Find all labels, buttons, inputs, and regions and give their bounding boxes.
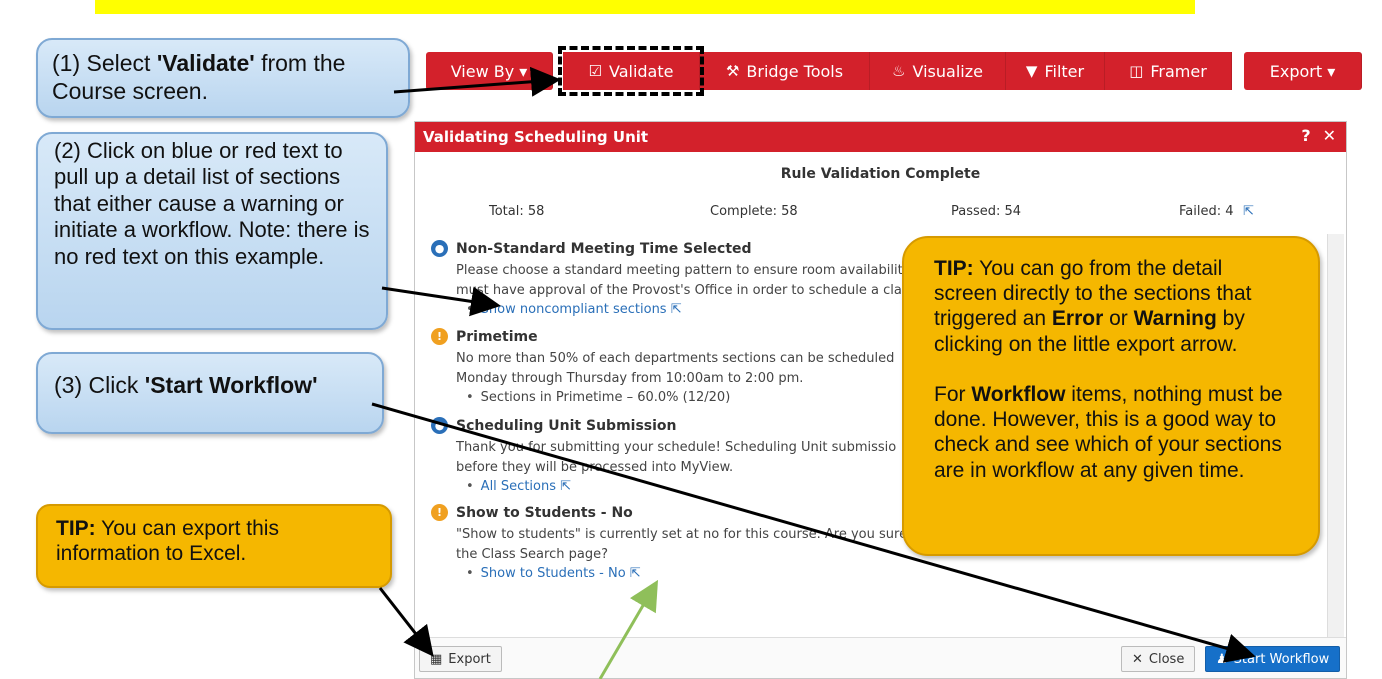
filter-button[interactable]: ▼ Filter: [1006, 52, 1105, 90]
rule-link-text[interactable]: All Sections: [481, 479, 556, 494]
tools-icon: ⚒: [725, 62, 740, 80]
filter-icon: ▼: [1025, 62, 1038, 80]
rule-title: Scheduling Unit Submission: [456, 417, 677, 434]
step3-bold: 'Start Workflow': [144, 372, 318, 398]
tip-detail-callout: TIP: You can go from the detail screen d…: [902, 236, 1320, 556]
export-arrow-icon[interactable]: ⇱: [630, 566, 641, 581]
framer-label: Framer: [1150, 61, 1207, 81]
close-label: Close: [1148, 651, 1185, 667]
rule-title: Primetime: [456, 328, 538, 345]
table-icon: ▦: [430, 651, 443, 667]
rule-title: Show to Students - No: [456, 504, 633, 521]
export-menu-button[interactable]: Export ▾: [1244, 52, 1362, 90]
fire-icon: ♨: [892, 62, 906, 80]
filter-label: Filter: [1044, 61, 1085, 81]
bridge-tools-label: Bridge Tools: [746, 61, 844, 81]
export-excel-button[interactable]: ▦ Export: [419, 646, 502, 672]
visualize-label: Visualize: [912, 61, 983, 81]
tip-detail-workflow: Workflow: [971, 382, 1066, 406]
step1-callout: (1) Select 'Validate' from the Course sc…: [36, 38, 410, 118]
rule-title: Non-Standard Meeting Time Selected: [456, 240, 752, 257]
stat-complete: Complete: 58: [710, 204, 798, 219]
rule-link[interactable]: Show to Students - No ⇱: [466, 566, 1301, 581]
export-arrow-icon[interactable]: ⇱: [1243, 204, 1254, 219]
rule-link-text[interactable]: Show noncompliant sections: [481, 302, 667, 317]
exclamation-icon: !: [431, 504, 448, 521]
close-button[interactable]: ✕ Close: [1121, 646, 1196, 672]
help-icon[interactable]: ?: [1301, 126, 1310, 145]
tip-export-bold: TIP:: [56, 517, 96, 540]
tip-detail-error: Error: [1051, 307, 1104, 331]
step3-callout: (3) Click 'Start Workflow': [36, 352, 384, 434]
export-arrow-icon[interactable]: ⇱: [671, 302, 682, 317]
users-icon: ♟: [1216, 651, 1228, 667]
tip-detail-warning: Warning: [1133, 307, 1217, 331]
step2-callout: (2) Click on blue or red text to pull up…: [36, 132, 388, 330]
dialog-header: Validating Scheduling Unit ? ✕: [415, 122, 1346, 152]
stat-total: Total: 58: [489, 204, 545, 219]
start-workflow-label: Start Workflow: [1233, 651, 1330, 667]
tip-detail-bold: TIP:: [934, 257, 974, 280]
scrollbar[interactable]: [1327, 234, 1344, 639]
stat-passed: Passed: 54: [951, 204, 1022, 219]
close-icon[interactable]: ✕: [1323, 126, 1336, 145]
highlight-banner: [95, 0, 1195, 14]
export-arrow-icon[interactable]: ⇱: [560, 479, 571, 494]
tip-export-callout: TIP: You can export this information to …: [36, 504, 392, 588]
step3-prefix: (3) Click: [54, 372, 145, 398]
stat-failed: Failed: 4: [1179, 204, 1234, 219]
visualize-button[interactable]: ♨ Visualize: [870, 52, 1006, 90]
step2-text: (2) Click on blue or red text to pull up…: [54, 138, 370, 269]
exclamation-icon: !: [431, 328, 448, 345]
validate-highlight-box: [558, 46, 704, 96]
dialog-title: Validating Scheduling Unit: [423, 128, 649, 146]
export-label: Export: [448, 651, 491, 667]
people-icon: ●: [431, 240, 448, 257]
step1-prefix: (1) Select: [52, 50, 157, 76]
export-menu-label: Export ▾: [1269, 61, 1336, 81]
bridge-tools-button[interactable]: ⚒ Bridge Tools: [700, 52, 870, 90]
view-by-button[interactable]: View By ▾: [426, 52, 553, 90]
start-workflow-button[interactable]: ♟ Start Workflow: [1205, 646, 1341, 672]
x-icon: ✕: [1132, 651, 1143, 667]
framer-button[interactable]: ◫ Framer: [1105, 52, 1232, 90]
dialog-footer: ▦ Export ✕ Close ♟ Start Workflow: [415, 637, 1346, 678]
tip-detail-or: or: [1103, 307, 1134, 331]
view-by-label: View By ▾: [450, 61, 528, 81]
people-icon: ●: [431, 417, 448, 434]
columns-icon: ◫: [1129, 62, 1144, 80]
rule-link-text: Sections in Primetime – 60.0% (12/20): [480, 390, 731, 405]
dialog-subtitle: Rule Validation Complete: [780, 166, 981, 182]
tip-detail-for: For: [934, 382, 972, 406]
step1-bold: 'Validate': [156, 50, 255, 76]
rule-link-text[interactable]: Show to Students - No: [481, 566, 626, 581]
